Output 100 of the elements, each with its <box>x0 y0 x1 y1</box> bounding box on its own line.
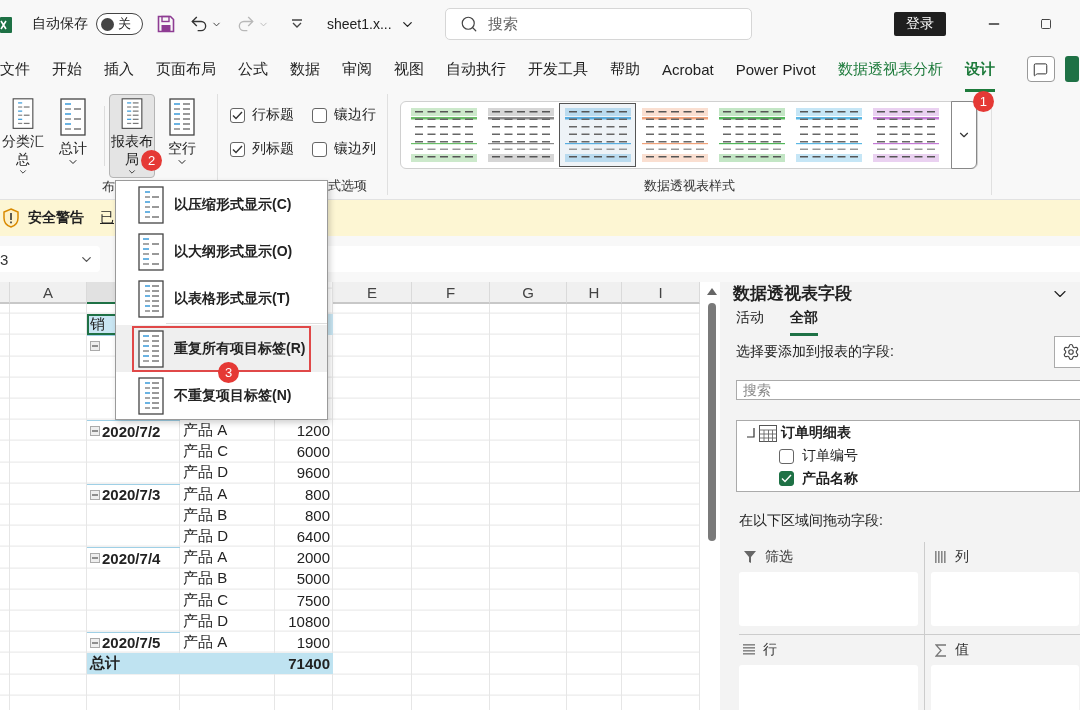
scrollbar-thumb[interactable] <box>708 303 716 541</box>
checkbox[interactable] <box>312 141 327 157</box>
area-label: 列 <box>955 548 969 566</box>
panel-title: 数据透视表字段 <box>733 283 852 305</box>
menu-tab[interactable]: 数据 <box>290 49 320 92</box>
area-label: 行 <box>763 641 777 659</box>
settings-button[interactable] <box>1054 336 1080 368</box>
column-header[interactable]: H <box>567 282 622 304</box>
collapse-icon[interactable] <box>90 553 100 564</box>
ribbon-button[interactable]: 分类汇总 <box>0 94 46 178</box>
warning-shield-icon <box>2 208 20 228</box>
layout-icon <box>169 98 195 136</box>
field-item[interactable]: 订单编号 <box>745 445 1071 467</box>
table-icon <box>759 424 777 442</box>
option-checkbox[interactable]: 镶边列 <box>312 140 376 158</box>
table-cell-text: 800 <box>303 484 331 505</box>
menu-tab[interactable]: 页面布局 <box>156 49 216 92</box>
undo-button[interactable] <box>189 14 222 34</box>
sign-in-button[interactable]: 登录 <box>894 12 946 36</box>
menu-tab[interactable]: 审阅 <box>342 49 372 92</box>
comment-button[interactable] <box>1026 56 1055 82</box>
date-label: 2020/7/2 <box>102 422 161 440</box>
table-cell-text: 9600 <box>295 463 331 484</box>
menu-tab[interactable]: 数据透视表分析 <box>837 49 943 92</box>
more-button[interactable] <box>951 101 977 169</box>
redo-icon <box>236 14 256 34</box>
collapse-icon[interactable] <box>745 428 755 439</box>
date-label: 2020/7/4 <box>102 549 161 567</box>
undo-icon <box>189 14 209 34</box>
table-cell-text: 800 <box>303 505 331 526</box>
filename-button[interactable]: sheet1.x... <box>327 16 415 32</box>
name-box[interactable]: 3 <box>0 246 100 272</box>
column-header[interactable]: G <box>490 282 567 304</box>
table-cell-text: 产品 A <box>182 631 229 652</box>
rows-icon <box>743 644 755 656</box>
menu-item[interactable]: 以大纲形式显示(O) <box>116 228 327 275</box>
menu-tab[interactable]: 插入 <box>104 49 134 92</box>
menu-tab[interactable]: 帮助 <box>610 49 640 92</box>
menu-tab[interactable]: 开始 <box>52 49 82 92</box>
search-icon <box>459 15 478 33</box>
checkbox[interactable] <box>312 107 327 123</box>
menu-item[interactable]: 以表格形式显示(T) <box>116 275 327 322</box>
areas-prompt: 在以下区域间拖动字段: <box>739 512 884 530</box>
menu-tab[interactable]: 自动执行 <box>446 49 506 92</box>
table-name: 订单明细表 <box>781 424 851 443</box>
menu-tab[interactable]: Power Pivot <box>735 50 816 91</box>
checkbox[interactable] <box>779 471 794 487</box>
date-label: 2020/7/5 <box>102 634 161 652</box>
menu-tab[interactable]: 视图 <box>394 49 424 92</box>
table-cell-text: 产品 A <box>182 483 229 504</box>
column-header[interactable]: E <box>333 282 412 304</box>
search-field[interactable]: 搜索 <box>444 8 752 40</box>
table-cell-text: 产品 A <box>182 547 229 568</box>
ribbon-button[interactable]: 空行 <box>159 94 205 178</box>
panel-tab[interactable]: 全部 <box>790 305 818 336</box>
collapse-icon[interactable] <box>90 637 100 648</box>
collapse-icon[interactable] <box>90 489 100 500</box>
menu-tab[interactable]: 公式 <box>238 49 268 92</box>
table-cell-text: 6400 <box>295 526 331 547</box>
collapse-icon[interactable] <box>90 341 100 352</box>
option-checkbox[interactable]: 行标题 <box>230 106 294 124</box>
scroll-up-icon[interactable] <box>707 288 717 295</box>
share-icon[interactable] <box>1064 56 1079 82</box>
table-cell-text: 产品 C <box>182 589 229 610</box>
autosave-toggle[interactable]: 关 <box>96 13 143 35</box>
group-label: 布 <box>101 178 116 196</box>
collapse-icon[interactable] <box>90 426 100 437</box>
column-header[interactable]: A <box>10 282 87 304</box>
checkbox[interactable] <box>230 107 245 123</box>
field-item[interactable]: 产品名称 <box>745 468 1071 489</box>
filter-icon <box>743 550 757 564</box>
table-cell-text: 7500 <box>295 590 331 611</box>
sigma-icon <box>935 643 947 657</box>
maximize-icon[interactable] <box>1040 18 1052 30</box>
menu-tab[interactable]: 文件 <box>0 49 30 92</box>
save-icon[interactable] <box>157 15 175 33</box>
table-cell-text: 产品 D <box>182 610 229 631</box>
column-header[interactable]: I <box>622 282 700 304</box>
columns-icon <box>935 551 947 563</box>
panel-tab[interactable]: 活动 <box>736 305 764 336</box>
ribbon-button[interactable]: 总计 <box>50 94 96 178</box>
column-header[interactable]: F <box>412 282 490 304</box>
search-field[interactable]: 搜索 <box>736 380 1080 400</box>
checkbox[interactable] <box>779 448 794 464</box>
checkbox[interactable] <box>230 141 245 157</box>
area-label: 筛选 <box>765 548 793 566</box>
menu-tab[interactable]: 开发工具 <box>528 49 588 92</box>
autosave-label: 自动保存 <box>32 15 88 33</box>
table-cell-text: 2000 <box>295 548 331 569</box>
table-cell-text: 5000 <box>295 569 331 590</box>
option-checkbox[interactable]: 列标题 <box>230 140 294 158</box>
gear-icon <box>1062 343 1080 361</box>
option-checkbox[interactable]: 镶边行 <box>312 106 376 124</box>
chevron-icon <box>126 167 138 177</box>
menu-tab[interactable]: Acrobat <box>662 50 714 91</box>
table-cell-text: 1900 <box>295 632 331 653</box>
menu-item[interactable]: 以压缩形式显示(C) <box>116 181 327 228</box>
layout-icon <box>138 329 164 368</box>
customize-icon[interactable] <box>291 19 303 29</box>
chevron-icon <box>17 167 29 177</box>
